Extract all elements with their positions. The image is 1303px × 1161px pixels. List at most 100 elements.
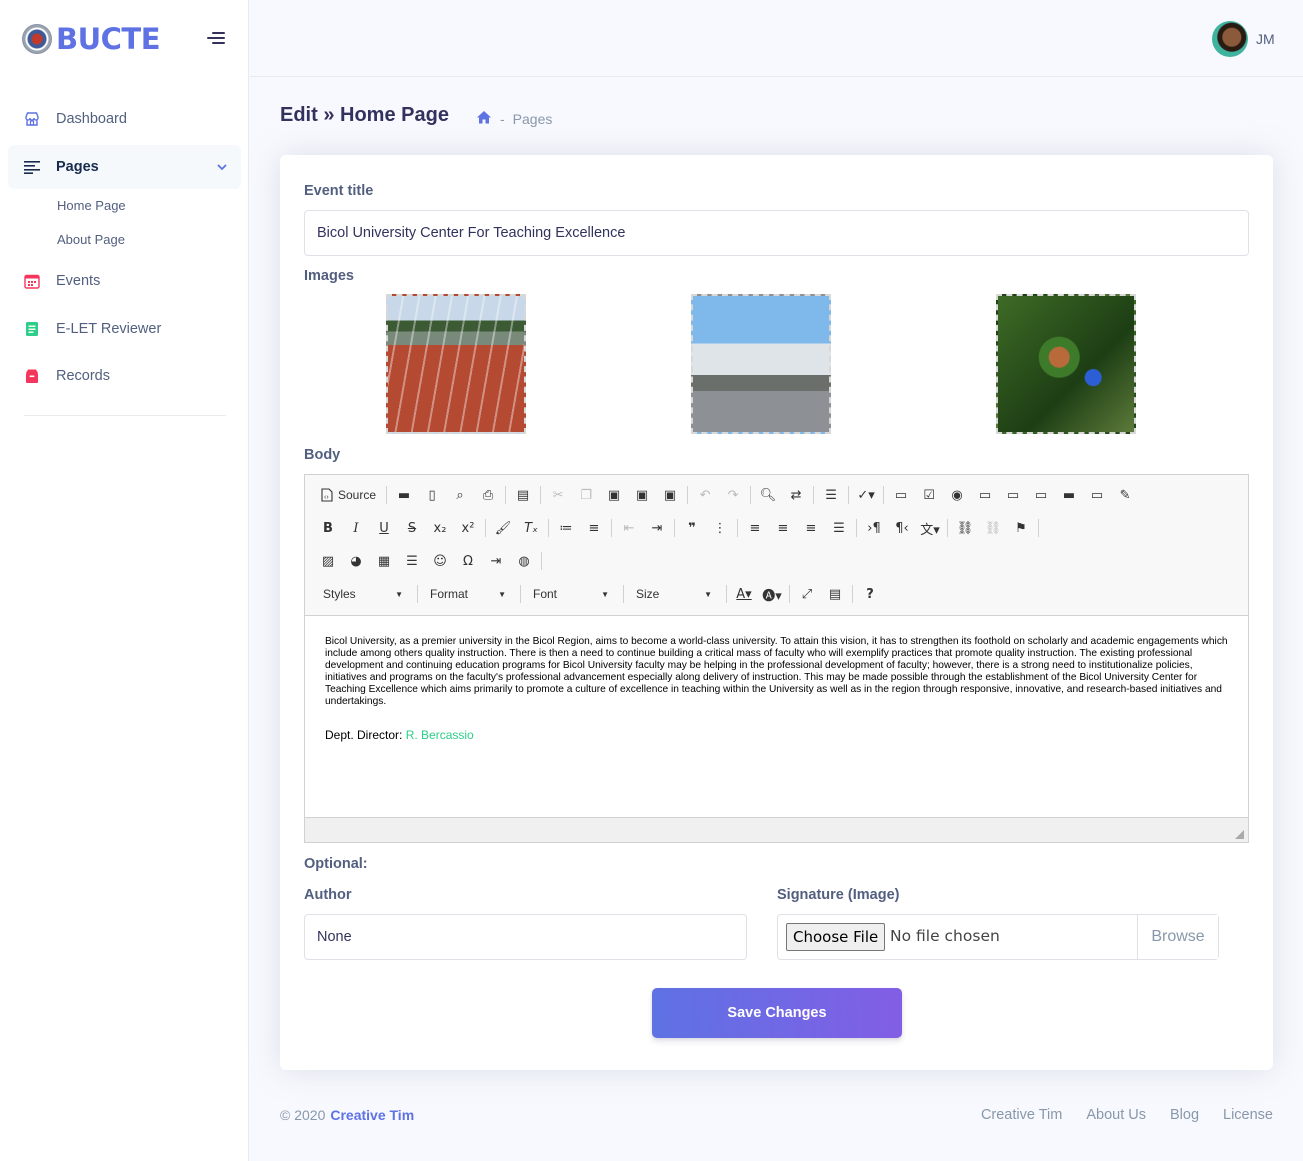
copy-icon[interactable]: ❐ bbox=[575, 484, 597, 506]
bold-icon[interactable]: B bbox=[317, 517, 339, 539]
align-center-icon[interactable]: ≡ bbox=[772, 517, 794, 539]
event-title-input[interactable]: Bicol University Center For Teaching Exc… bbox=[304, 210, 1249, 256]
align-right-icon[interactable]: ≡ bbox=[800, 517, 822, 539]
special-char-icon[interactable]: Ω bbox=[457, 550, 479, 572]
user-initials[interactable]: JM bbox=[1256, 31, 1275, 47]
save-changes-button[interactable]: Save Changes bbox=[652, 988, 902, 1038]
director-prefix: Dept. Director: bbox=[325, 728, 406, 742]
footer-company-link[interactable]: Creative Tim bbox=[330, 1107, 414, 1123]
button-icon[interactable]: ▬ bbox=[1058, 484, 1080, 506]
author-input[interactable]: None bbox=[304, 914, 747, 960]
align-left-icon[interactable]: ≡ bbox=[744, 517, 766, 539]
sidebar-subitem-about-page[interactable]: About Page bbox=[57, 232, 125, 247]
image-button-icon[interactable]: ▭ bbox=[1086, 484, 1108, 506]
styles-dropdown[interactable]: Styles ▼ bbox=[317, 583, 409, 605]
font-dropdown[interactable]: Font ▼ bbox=[527, 583, 615, 605]
select-field-icon[interactable]: ▭ bbox=[1030, 484, 1052, 506]
iframe-globe-icon[interactable]: ◍ bbox=[513, 550, 535, 572]
strikethrough-icon[interactable]: S bbox=[401, 517, 423, 539]
sidebar-item-e-let-reviewer[interactable]: E-LET Reviewer bbox=[8, 307, 241, 351]
show-blocks-icon[interactable]: ▤ bbox=[824, 583, 846, 605]
toolbar-separator bbox=[417, 585, 418, 603]
image-thumbnail-gate[interactable] bbox=[691, 294, 831, 434]
browse-button[interactable]: Browse bbox=[1137, 915, 1218, 959]
source-button[interactable]: ‹› Source bbox=[317, 484, 380, 506]
avatar[interactable] bbox=[1212, 21, 1248, 57]
indent-icon[interactable]: ⇥ bbox=[646, 517, 668, 539]
copy-format-icon[interactable]: 🖌︎ bbox=[492, 517, 514, 539]
sidebar-item-events[interactable]: Events bbox=[8, 259, 241, 303]
toolbar-separator bbox=[485, 519, 486, 537]
footer-link-about-us[interactable]: About Us bbox=[1086, 1107, 1146, 1123]
link-icon[interactable]: ⛓ bbox=[954, 517, 976, 539]
new-page-icon[interactable]: ▯ bbox=[421, 484, 443, 506]
image-thumbnail-aerial[interactable] bbox=[996, 294, 1136, 434]
replace-icon[interactable]: ⇄ bbox=[785, 484, 807, 506]
superscript-icon[interactable]: x² bbox=[457, 517, 479, 539]
redo-icon[interactable]: ↷ bbox=[722, 484, 744, 506]
hidden-field-icon[interactable]: ✎ bbox=[1114, 484, 1136, 506]
paste-word-icon[interactable]: ▣ bbox=[659, 484, 681, 506]
paste-icon[interactable]: ▣ bbox=[603, 484, 625, 506]
brand-logo[interactable]: BUCTE bbox=[22, 20, 161, 58]
paste-text-icon[interactable]: ▣ bbox=[631, 484, 653, 506]
background-color-icon[interactable]: 🅐▾ bbox=[761, 583, 783, 605]
sidebar-item-pages[interactable]: Pages bbox=[8, 145, 241, 189]
spellcheck-icon[interactable]: ✓▾ bbox=[855, 484, 877, 506]
textarea-icon[interactable]: ▭ bbox=[1002, 484, 1024, 506]
edit-form-card: Event title Bicol University Center For … bbox=[280, 155, 1273, 1070]
form-icon[interactable]: ▭ bbox=[890, 484, 912, 506]
save-icon[interactable]: ▬ bbox=[393, 484, 415, 506]
footer-link-creative-tim[interactable]: Creative Tim bbox=[981, 1107, 1062, 1123]
resize-handle-icon[interactable] bbox=[1235, 830, 1244, 839]
radio-icon[interactable]: ◉ bbox=[946, 484, 968, 506]
find-icon[interactable]: 🔍︎ bbox=[757, 484, 779, 506]
underline-icon[interactable]: U bbox=[373, 517, 395, 539]
undo-icon[interactable]: ↶ bbox=[694, 484, 716, 506]
italic-icon[interactable]: I bbox=[345, 517, 367, 539]
blockquote-icon[interactable]: ❞ bbox=[681, 517, 703, 539]
image-icon[interactable]: ▨ bbox=[317, 550, 339, 572]
help-icon[interactable]: ? bbox=[859, 583, 881, 605]
editor-content[interactable]: Bicol University, as a premier universit… bbox=[305, 615, 1248, 817]
sidebar-item-dashboard[interactable]: Dashboard bbox=[8, 97, 241, 141]
text-color-icon[interactable]: A▾ bbox=[733, 583, 755, 605]
breadcrumb-pages[interactable]: Pages bbox=[513, 111, 553, 127]
page-break-icon[interactable]: ⇥ bbox=[485, 550, 507, 572]
horizontal-line-icon[interactable]: ☰ bbox=[401, 550, 423, 572]
footer-link-blog[interactable]: Blog bbox=[1170, 1107, 1199, 1123]
templates-icon[interactable]: ▤ bbox=[512, 484, 534, 506]
flash-icon[interactable]: ◕ bbox=[345, 550, 367, 572]
language-icon[interactable]: 文▾ bbox=[919, 517, 941, 539]
footer-link-license[interactable]: License bbox=[1223, 1107, 1273, 1123]
justify-icon[interactable]: ☰ bbox=[828, 517, 850, 539]
unlink-icon[interactable]: ⛓ bbox=[982, 517, 1004, 539]
sidebar-toggle-icon[interactable] bbox=[207, 32, 225, 46]
size-dropdown[interactable]: Size ▼ bbox=[630, 583, 718, 605]
sidebar-item-records[interactable]: Records bbox=[8, 354, 241, 398]
maximize-icon[interactable]: ⤢ bbox=[796, 583, 818, 605]
preview-icon[interactable]: ⌕ bbox=[449, 484, 471, 506]
subscript-icon[interactable]: x₂ bbox=[429, 517, 451, 539]
choose-file-button[interactable]: Choose File bbox=[786, 923, 886, 951]
format-dropdown[interactable]: Format ▼ bbox=[424, 583, 512, 605]
table-icon[interactable]: ▦ bbox=[373, 550, 395, 572]
home-icon[interactable] bbox=[476, 110, 492, 127]
outdent-icon[interactable]: ⇤ bbox=[618, 517, 640, 539]
director-name-link[interactable]: R. Bercassio bbox=[406, 728, 474, 742]
select-all-icon[interactable]: ☰ bbox=[820, 484, 842, 506]
cut-icon[interactable]: ✂ bbox=[547, 484, 569, 506]
text-field-icon[interactable]: ▭ bbox=[974, 484, 996, 506]
numbered-list-icon[interactable]: ≔ bbox=[555, 517, 577, 539]
ltr-icon[interactable]: ›¶ bbox=[863, 517, 885, 539]
image-thumbnail-track[interactable] bbox=[386, 294, 526, 434]
div-container-icon[interactable]: ⋮ bbox=[709, 517, 731, 539]
remove-format-icon[interactable]: Tₓ bbox=[520, 517, 542, 539]
rtl-icon[interactable]: ¶‹ bbox=[891, 517, 913, 539]
bulleted-list-icon[interactable]: ≡ bbox=[583, 517, 605, 539]
checkbox-icon[interactable]: ☑ bbox=[918, 484, 940, 506]
anchor-flag-icon[interactable]: ⚑ bbox=[1010, 517, 1032, 539]
smiley-icon[interactable]: ☺ bbox=[429, 550, 451, 572]
sidebar-subitem-home-page[interactable]: Home Page bbox=[57, 198, 126, 213]
print-icon[interactable]: ⎙ bbox=[477, 484, 499, 506]
